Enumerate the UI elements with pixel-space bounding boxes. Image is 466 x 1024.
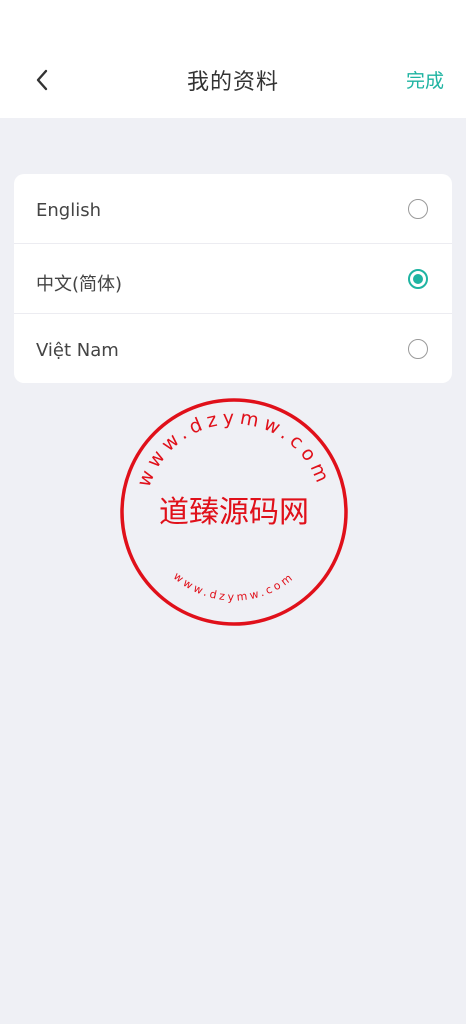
watermark-center-text: 道臻源码网	[159, 495, 309, 530]
watermark-bottom-text: www.dzymw.com	[171, 570, 294, 604]
done-button[interactable]: 完成	[406, 66, 444, 93]
radio-button[interactable]	[408, 199, 428, 219]
page-title: 我的资料	[186, 70, 279, 95]
svg-text:www.dzymw.com: www.dzymw.com	[133, 407, 335, 490]
svg-text:www.dzymw.com: www.dzymw.com	[171, 570, 297, 604]
language-label: English	[36, 200, 101, 221]
language-option-chinese-simplified[interactable]: 中文(简体)	[14, 244, 452, 314]
watermark-stamp: www.dzymw.com 道臻源码网 www.dzymw.com	[120, 398, 348, 626]
header-bar: 我的资料 完成	[0, 0, 466, 118]
radio-button-selected[interactable]	[408, 269, 428, 289]
radio-button[interactable]	[408, 339, 428, 359]
language-option-vietnamese[interactable]: Việt Nam	[14, 314, 452, 383]
language-settings-page: 我的资料 完成 English 中文(简体) Việt Nam www.dzym…	[0, 0, 466, 1024]
language-list: English 中文(简体) Việt Nam	[14, 174, 452, 383]
language-label: 中文(简体)	[36, 274, 123, 295]
language-label: Việt Nam	[36, 340, 119, 361]
watermark-top-text: www.dzymw.com	[133, 407, 330, 490]
language-option-english[interactable]: English	[14, 174, 452, 244]
